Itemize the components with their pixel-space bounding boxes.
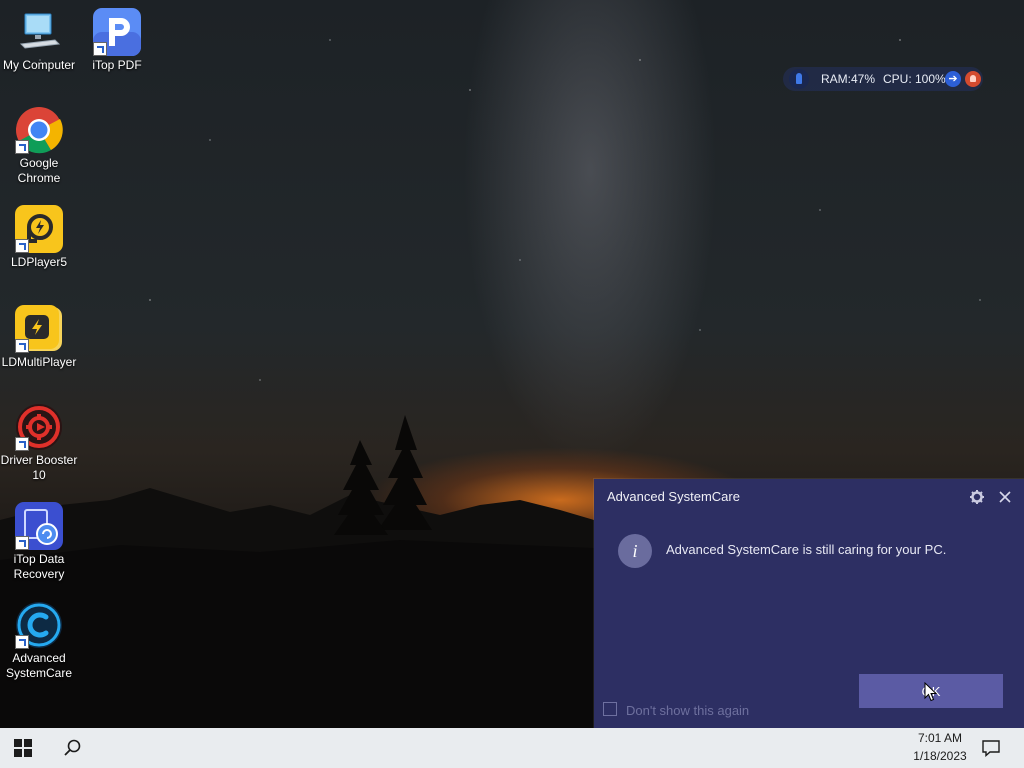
desktop-icon-ldplayer5[interactable]: LDPlayer5 xyxy=(0,205,78,270)
arrow-right-icon[interactable]: ➔ xyxy=(945,71,961,87)
desktop-icon-label: Advanced SystemCare xyxy=(5,651,73,680)
desktop-icon-google-chrome[interactable]: Google Chrome xyxy=(0,106,78,186)
advanced-systemcare-icon xyxy=(15,601,63,649)
ldplayer-icon xyxy=(15,205,63,253)
desktop-icon-label: iTop PDF xyxy=(92,58,142,72)
bell-icon[interactable] xyxy=(965,71,981,87)
ldmultiplayer-icon xyxy=(15,305,63,353)
mouse-cursor-icon xyxy=(924,682,938,702)
desktop-icon-label: iTop Data Recovery xyxy=(13,552,65,581)
desktop-icon-label: Driver Booster 10 xyxy=(0,453,78,482)
desktop-icon-driver-booster[interactable]: Driver Booster 10 xyxy=(0,403,78,483)
shortcut-arrow-icon xyxy=(15,140,29,154)
windows-start-icon[interactable] xyxy=(14,739,32,757)
desktop-icon-label: LDPlayer5 xyxy=(10,255,68,269)
desktop-icon-label: My Computer xyxy=(2,58,76,72)
desktop-icon-ldmultiplayer[interactable]: LDMultiPlayer xyxy=(0,305,78,370)
advanced-systemcare-notification: Advanced SystemCare i Advanced SystemCar… xyxy=(594,479,1024,728)
close-icon[interactable] xyxy=(996,488,1014,506)
itop-data-recovery-icon xyxy=(15,502,63,550)
dont-show-again-checkbox[interactable] xyxy=(603,702,617,716)
ram-usage: RAM:47% xyxy=(821,72,876,86)
desktop-icon-label: Google Chrome xyxy=(17,156,61,185)
desktop-icon-itop-data-recovery[interactable]: iTop Data Recovery xyxy=(0,502,78,582)
clock-time[interactable]: 7:01 AM xyxy=(890,731,990,745)
search-icon[interactable] xyxy=(63,738,83,758)
notification-center-icon[interactable] xyxy=(981,739,1001,757)
clock-date[interactable]: 1/18/2023 xyxy=(890,749,990,763)
chrome-icon xyxy=(15,106,63,154)
shortcut-arrow-icon xyxy=(15,239,29,253)
shortcut-arrow-icon xyxy=(15,635,29,649)
rocket-icon[interactable] xyxy=(789,69,809,89)
driver-booster-icon xyxy=(15,403,63,451)
performance-monitor-widget[interactable]: RAM:47% CPU: 100% ➔ xyxy=(783,67,983,91)
desktop-icon-advanced-systemcare[interactable]: Advanced SystemCare xyxy=(0,601,78,681)
desktop-icon-itop-pdf[interactable]: iTop PDF xyxy=(78,8,156,73)
shortcut-arrow-icon xyxy=(15,437,29,451)
taskbar: 7:01 AM 1/18/2023 xyxy=(0,728,1024,768)
cpu-usage: CPU: 100% xyxy=(883,72,946,86)
shortcut-arrow-icon xyxy=(93,42,107,56)
itop-pdf-icon xyxy=(93,8,141,56)
info-icon: i xyxy=(618,534,652,568)
dialog-message: Advanced SystemCare is still caring for … xyxy=(666,542,947,557)
desktop-icon-label: LDMultiPlayer xyxy=(1,355,77,369)
desktop-icon-my-computer[interactable]: My Computer xyxy=(0,8,78,73)
dialog-title: Advanced SystemCare xyxy=(607,489,740,504)
gear-icon[interactable] xyxy=(970,490,984,504)
dont-show-again-label[interactable]: Don't show this again xyxy=(626,703,749,718)
computer-icon xyxy=(15,8,63,56)
shortcut-arrow-icon xyxy=(15,339,29,353)
shortcut-arrow-icon xyxy=(15,536,29,550)
